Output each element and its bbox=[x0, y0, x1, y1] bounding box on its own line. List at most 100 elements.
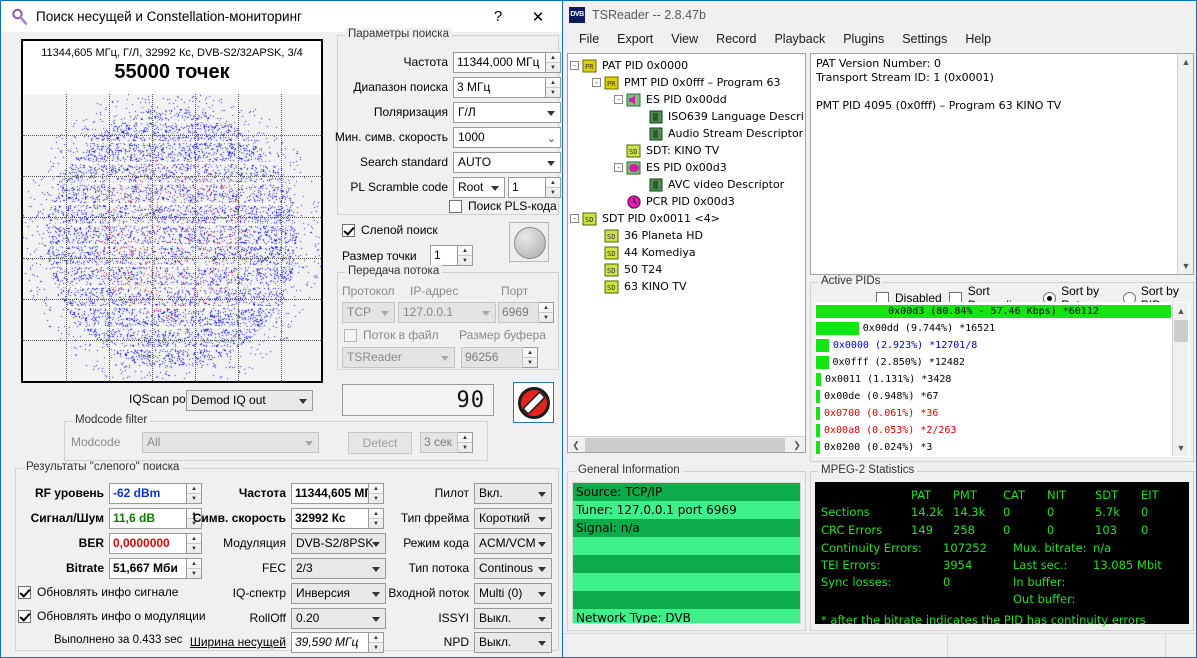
blind-search-checkbox[interactable]: Слепой поиск bbox=[342, 223, 438, 237]
tree-node[interactable]: SD SDT: KINO TV bbox=[570, 142, 803, 159]
ip-select[interactable]: 127.0.0.1 bbox=[398, 302, 496, 323]
update-modulation-checkbox[interactable]: Обновлять инфо о модуляции bbox=[18, 609, 206, 623]
frame-type-select[interactable]: Короткий bbox=[474, 508, 552, 529]
close-button[interactable]: ✕ bbox=[518, 2, 558, 32]
bandwidth-spinner[interactable]: ▲ ▼ bbox=[369, 632, 384, 653]
bitrate-value[interactable]: 51,667 Мби bbox=[109, 558, 187, 579]
tree-node[interactable]: AVC video Descriptor bbox=[570, 176, 803, 193]
bandwidth-label[interactable]: Ширина несущей bbox=[186, 635, 286, 649]
search-standard-select[interactable]: AUTO bbox=[453, 152, 561, 173]
active-pid-row[interactable]: 0x00a8 (0.053%) *2/263 bbox=[816, 422, 1172, 439]
rolloff-select[interactable]: 0.20 bbox=[291, 608, 386, 629]
modulation-select[interactable]: DVB-S2/8PSK bbox=[291, 533, 386, 554]
update-signal-checkbox[interactable]: Обновлять инфо сигнале bbox=[18, 585, 178, 599]
result-frequency-value[interactable]: 11344,605 МГ bbox=[291, 483, 369, 504]
stream-to-file-checkbox[interactable]: Поток в файл bbox=[344, 328, 439, 342]
npd-select[interactable]: Выкл. bbox=[474, 632, 552, 653]
tree-expander[interactable]: - bbox=[592, 78, 601, 87]
tree-node[interactable]: SD 63 KINO TV bbox=[570, 278, 803, 295]
active-pid-row[interactable]: 0x00de (0.948%) *67 bbox=[816, 388, 1172, 405]
tree-node[interactable]: Audio Stream Descriptor bbox=[570, 125, 803, 142]
menu-item-view[interactable]: View bbox=[662, 30, 707, 48]
scroll-left-icon[interactable]: ❮ bbox=[568, 437, 584, 453]
menu-item-file[interactable]: File bbox=[570, 30, 608, 48]
help-button[interactable]: ? bbox=[478, 2, 518, 32]
port-input[interactable]: 6969 bbox=[498, 302, 539, 323]
pls-search-checkbox[interactable]: Поиск PLS-кода bbox=[449, 199, 557, 213]
range-spinner[interactable]: ▲ ▼ bbox=[546, 77, 561, 98]
tree-node[interactable]: - ES PID 0x00dd bbox=[570, 91, 803, 108]
ber-spinner[interactable]: ▲ ▼ bbox=[187, 533, 202, 554]
menu-item-settings[interactable]: Settings bbox=[893, 30, 956, 48]
polarization-select[interactable]: Г/Л bbox=[453, 102, 561, 123]
symbol-rate-value[interactable]: 32992 Кс bbox=[291, 508, 369, 529]
snr-value[interactable]: 11,6 dB bbox=[109, 508, 187, 529]
detect-time-input[interactable]: 3 сек bbox=[420, 432, 458, 453]
protocol-select[interactable]: TCP bbox=[342, 302, 395, 323]
frequency-input[interactable]: 11344,000 МГц bbox=[453, 52, 546, 73]
menu-item-plugins[interactable]: Plugins bbox=[834, 30, 893, 48]
tree-node[interactable]: SD 50 T24 bbox=[570, 261, 803, 278]
tree-expander[interactable]: - bbox=[614, 95, 623, 104]
fec-select[interactable]: 2/3 bbox=[291, 558, 386, 579]
bandwidth-value[interactable]: 39,590 МГц bbox=[291, 632, 369, 653]
rf-level-spinner[interactable]: ▲ ▼ bbox=[187, 483, 202, 504]
active-pid-row[interactable]: 0x0700 (0.061%) *36 bbox=[816, 405, 1172, 422]
tree-expander[interactable]: - bbox=[570, 61, 579, 70]
menu-item-record[interactable]: Record bbox=[707, 30, 765, 48]
pids-vscroll-thumb[interactable] bbox=[1174, 320, 1188, 342]
ber-value[interactable]: 0,0000000 bbox=[109, 533, 187, 554]
active-pid-row[interactable]: 0x0fff (2.850%) *12482 bbox=[816, 354, 1172, 371]
menu-item-export[interactable]: Export bbox=[608, 30, 662, 48]
symbol-rate-spinner[interactable]: ▲ ▼ bbox=[369, 508, 384, 529]
detect-time-spinner[interactable]: ▲ ▼ bbox=[458, 432, 473, 453]
min-symbol-rate-select[interactable]: 1000 ⌄ bbox=[453, 127, 561, 148]
issyi-select[interactable]: Выкл. bbox=[474, 608, 552, 629]
tree-node[interactable]: PCR PID 0x00d3 bbox=[570, 193, 803, 210]
pl-scramble-code-input[interactable]: 1 bbox=[508, 177, 546, 198]
buffer-input[interactable]: 96256 bbox=[461, 347, 523, 368]
active-pid-row[interactable]: 0x0011 (1.131%) *3428 bbox=[816, 371, 1172, 388]
tree-node[interactable]: - ES PID 0x00d3 bbox=[570, 159, 803, 176]
info-vscrollbar[interactable]: ▲ ▼ bbox=[1177, 54, 1193, 274]
scroll-down-icon[interactable]: ▼ bbox=[1173, 440, 1188, 456]
tree-expander[interactable]: - bbox=[570, 214, 579, 223]
active-pid-row[interactable]: 0x00dd (9.744%) *16521 bbox=[816, 320, 1172, 337]
code-mode-select[interactable]: ACM/VCM bbox=[474, 533, 552, 554]
tree-node[interactable]: - SD SDT PID 0x0011 <4> bbox=[570, 210, 803, 227]
tree-node[interactable]: - PR PAT PID 0x0000 bbox=[570, 57, 803, 74]
pl-scramble-mode-select[interactable]: Root bbox=[453, 177, 505, 198]
tree-hscroll-thumb[interactable] bbox=[585, 438, 785, 452]
active-pid-row[interactable]: 0x00d3 (80.84% - 57.46 Kbps) *60112 bbox=[816, 303, 1172, 320]
pids-vscrollbar[interactable]: ▲ ▼ bbox=[1172, 303, 1188, 456]
active-pid-row[interactable]: 0x0200 (0.024%) *3 bbox=[816, 439, 1172, 456]
iqscan-select[interactable]: Demod IQ out bbox=[186, 390, 313, 411]
input-stream-select[interactable]: Multi (0) bbox=[474, 583, 552, 604]
pilot-select[interactable]: Вкл. bbox=[474, 483, 552, 504]
bitrate-spinner[interactable]: ▲ ▼ bbox=[187, 558, 202, 579]
modcode-select[interactable]: All bbox=[142, 432, 319, 453]
tree-hscrollbar[interactable]: ❮ ❯ bbox=[568, 436, 805, 452]
scroll-right-icon[interactable]: ❯ bbox=[789, 437, 805, 453]
port-spinner[interactable]: ▲ ▼ bbox=[539, 302, 554, 323]
active-pid-row[interactable]: 0x0000 (2.923%) *12701/8 bbox=[816, 337, 1172, 354]
tree-node[interactable]: SD 44 Komediya bbox=[570, 244, 803, 261]
tree-expander[interactable]: - bbox=[614, 163, 623, 172]
dot-size-spinner[interactable]: ▲ ▼ bbox=[458, 245, 473, 266]
frequency-spinner[interactable]: ▲ ▼ bbox=[546, 52, 561, 73]
stop-button[interactable] bbox=[513, 382, 554, 423]
tree-node[interactable]: SD 36 Planeta HD bbox=[570, 227, 803, 244]
pid-tree-panel[interactable]: - PR PAT PID 0x0000- PR PMT PID 0x0fff – Pro… bbox=[567, 53, 806, 453]
info-text-panel[interactable]: PAT Version Number: 0 Transport Stream I… bbox=[810, 53, 1194, 275]
scroll-up-icon[interactable]: ▲ bbox=[1178, 54, 1194, 70]
buffer-spinner[interactable]: ▲ ▼ bbox=[523, 347, 538, 368]
pl-scramble-spinner[interactable]: ▲ ▼ bbox=[546, 177, 561, 198]
tree-node[interactable]: ISO639 Language Descripto bbox=[570, 108, 803, 125]
range-input[interactable]: 3 МГц bbox=[453, 77, 546, 98]
scroll-down-icon[interactable]: ▼ bbox=[1178, 258, 1194, 274]
dot-size-input[interactable]: 1 bbox=[430, 245, 458, 266]
detect-button[interactable]: Detect bbox=[348, 432, 412, 454]
constellation-plot[interactable] bbox=[23, 94, 321, 381]
scroll-up-icon[interactable]: ▲ bbox=[1173, 303, 1188, 319]
file-target-select[interactable]: TSReader bbox=[342, 347, 455, 368]
